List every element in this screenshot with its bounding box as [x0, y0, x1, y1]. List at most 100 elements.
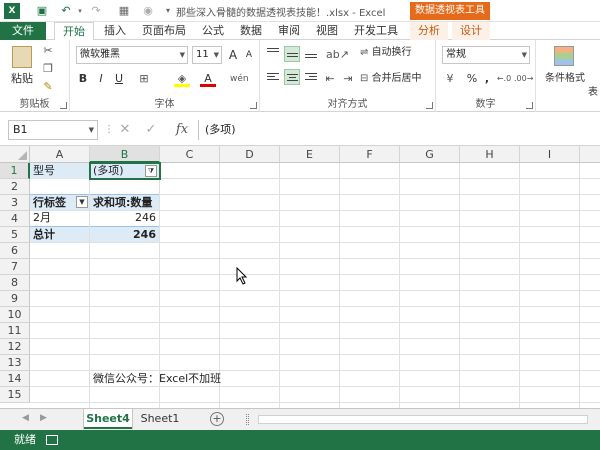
column-header-c[interactable]: C	[160, 146, 220, 163]
font-color-icon[interactable]: A	[200, 70, 216, 87]
tab-page-layout[interactable]: 页面布局	[136, 22, 192, 40]
phonetic-icon[interactable]: wén	[230, 70, 249, 88]
row-header-10[interactable]: 10	[0, 307, 30, 323]
add-sheet-button[interactable]: +	[210, 412, 224, 426]
column-header-a[interactable]: A	[30, 146, 90, 163]
font-launcher-icon[interactable]	[250, 102, 257, 109]
tab-data[interactable]: 数据	[234, 22, 268, 40]
cancel-icon[interactable]: ✕	[114, 120, 136, 140]
tab-design[interactable]: 设计	[452, 22, 490, 40]
row-header-11[interactable]: 11	[0, 323, 30, 339]
wrap-text-button[interactable]: ⇌ 自动换行	[360, 44, 432, 62]
cell-b5[interactable]: 246	[90, 226, 159, 242]
column-header-g[interactable]: G	[400, 146, 460, 163]
top-align-icon[interactable]	[266, 46, 280, 60]
cut-icon[interactable]: ✂	[40, 42, 56, 60]
currency-icon[interactable]: ¥	[442, 70, 458, 88]
row-header-3[interactable]: 3	[0, 195, 30, 211]
percent-button[interactable]: %	[466, 70, 478, 88]
column-header-e[interactable]: E	[280, 146, 340, 163]
increase-indent-icon[interactable]: ⇥	[340, 70, 356, 88]
cell-a4[interactable]: 2月	[30, 210, 89, 226]
print-preview-icon[interactable]: ▦	[116, 3, 132, 19]
cell-a1[interactable]: 型号	[30, 163, 89, 179]
row-header-13[interactable]: 13	[0, 355, 30, 371]
column-header-d[interactable]: D	[220, 146, 280, 163]
sheet-tab-sheet4[interactable]: Sheet4	[84, 409, 132, 429]
merge-center-button[interactable]: ⊟ 合并后居中	[360, 70, 432, 88]
grow-font-button[interactable]: A	[226, 46, 240, 64]
tab-view[interactable]: 视图	[310, 22, 344, 40]
borders-icon[interactable]: ⊞	[136, 70, 152, 88]
row-label-dropdown-icon[interactable]: ▼	[76, 196, 88, 208]
column-header-b[interactable]: B	[90, 146, 160, 163]
copy-icon[interactable]: ❐	[40, 60, 56, 78]
row-header-12[interactable]: 12	[0, 339, 30, 355]
sheet-tab-sheet1[interactable]: Sheet1	[136, 409, 184, 429]
row-header-6[interactable]: 6	[0, 243, 30, 259]
bold-button[interactable]: B	[76, 70, 90, 88]
row-header-15[interactable]: 15	[0, 387, 30, 403]
tab-insert[interactable]: 插入	[98, 22, 132, 40]
undo-dropdown-icon[interactable]: ▾	[72, 3, 88, 19]
paste-button[interactable]: 粘贴	[4, 70, 40, 88]
row-header-2[interactable]: 2	[0, 179, 30, 195]
row-header-7[interactable]: 7	[0, 259, 30, 275]
format-painter-icon[interactable]: ✎	[40, 78, 56, 96]
name-box[interactable]: B1 ▼	[8, 120, 98, 140]
row-header-8[interactable]: 8	[0, 275, 30, 291]
tab-analyze[interactable]: 分析	[410, 22, 448, 40]
tab-split-grip[interactable]	[246, 414, 249, 425]
column-header-i[interactable]: I	[520, 146, 580, 163]
italic-button[interactable]: I	[94, 70, 108, 88]
right-align-icon[interactable]	[304, 70, 318, 84]
row-header-4[interactable]: 4	[0, 211, 30, 227]
bottom-align-icon[interactable]	[304, 46, 318, 60]
clipboard-launcher-icon[interactable]	[60, 102, 67, 109]
font-name-select[interactable]: 微软雅黑 ▼	[76, 46, 188, 64]
paste-icon[interactable]	[12, 46, 32, 68]
customize-qat-icon[interactable]: ▾	[160, 3, 176, 19]
tab-review[interactable]: 审阅	[272, 22, 306, 40]
decrease-decimal-icon[interactable]: .00→	[514, 70, 533, 88]
column-header-f[interactable]: F	[340, 146, 400, 163]
center-align-icon[interactable]	[284, 69, 300, 85]
scroll-right-icon[interactable]: ▶	[40, 413, 47, 423]
format-as-table-button[interactable]: 表	[586, 84, 600, 102]
conditional-formatting-icon[interactable]	[554, 46, 574, 66]
row-header-9[interactable]: 9	[0, 291, 30, 307]
orientation-icon[interactable]: ab↗	[326, 46, 349, 64]
fill-color-icon[interactable]: ◈	[174, 70, 190, 87]
left-align-icon[interactable]	[266, 70, 280, 84]
tab-developer[interactable]: 开发工具	[348, 22, 404, 40]
cell-a5[interactable]: 总计	[30, 226, 89, 242]
column-header-partial[interactable]	[580, 146, 600, 163]
macro-record-icon[interactable]	[46, 435, 58, 445]
tab-file[interactable]: 文件	[0, 22, 46, 40]
underline-button[interactable]: U	[112, 70, 126, 88]
conditional-formatting-button[interactable]: 条件格式	[540, 70, 590, 88]
alignment-launcher-icon[interactable]	[426, 102, 433, 109]
column-header-h[interactable]: H	[460, 146, 520, 163]
font-size-select[interactable]: 11 ▼	[192, 46, 222, 64]
scroll-left-icon[interactable]: ◀	[22, 413, 29, 423]
decrease-indent-icon[interactable]: ⇤	[322, 70, 338, 88]
row-header-14[interactable]: 14	[0, 371, 30, 387]
row-header-5[interactable]: 5	[0, 227, 30, 243]
save-icon[interactable]: ▣	[34, 3, 50, 19]
middle-align-icon[interactable]	[284, 46, 300, 62]
enter-icon[interactable]: ✓	[140, 120, 162, 140]
cell-b3[interactable]: 求和项:数量	[90, 194, 159, 210]
row-header-1[interactable]: 1	[0, 163, 30, 179]
cell-b14[interactable]: 微信公众号：Excel不加班	[90, 371, 290, 387]
record-icon[interactable]: ◉	[140, 3, 156, 19]
tab-formulas[interactable]: 公式	[196, 22, 230, 40]
formula-input[interactable]: (多项)	[198, 120, 600, 140]
increase-decimal-icon[interactable]: ←.0	[496, 70, 512, 88]
tab-home[interactable]: 开始	[54, 22, 94, 41]
insert-function-button[interactable]: fx	[170, 120, 194, 140]
number-format-select[interactable]: 常规 ▼	[442, 46, 530, 64]
worksheet-grid[interactable]: A B C D E F G H I 1 2 3 4 5 6 7 8 9 10 1…	[0, 146, 600, 408]
number-launcher-icon[interactable]	[526, 102, 533, 109]
cell-b4[interactable]: 246	[90, 210, 159, 226]
